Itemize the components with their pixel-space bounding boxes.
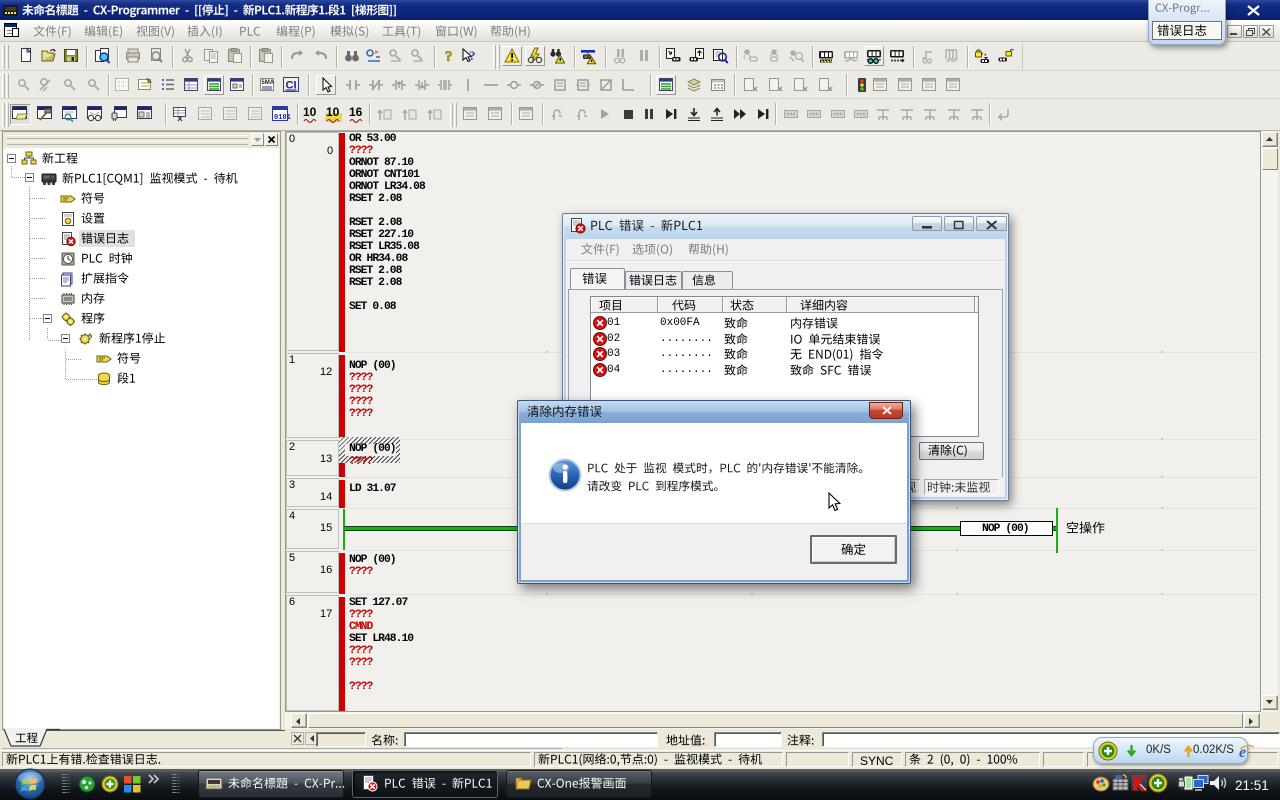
svg-text:5MA: 5MA <box>261 80 274 86</box>
svg-text:?: ? <box>445 49 453 65</box>
svg-text:CI: CI <box>286 80 297 92</box>
svg-text:?: ? <box>469 48 476 63</box>
svg-text:0101: 0101 <box>274 114 291 122</box>
